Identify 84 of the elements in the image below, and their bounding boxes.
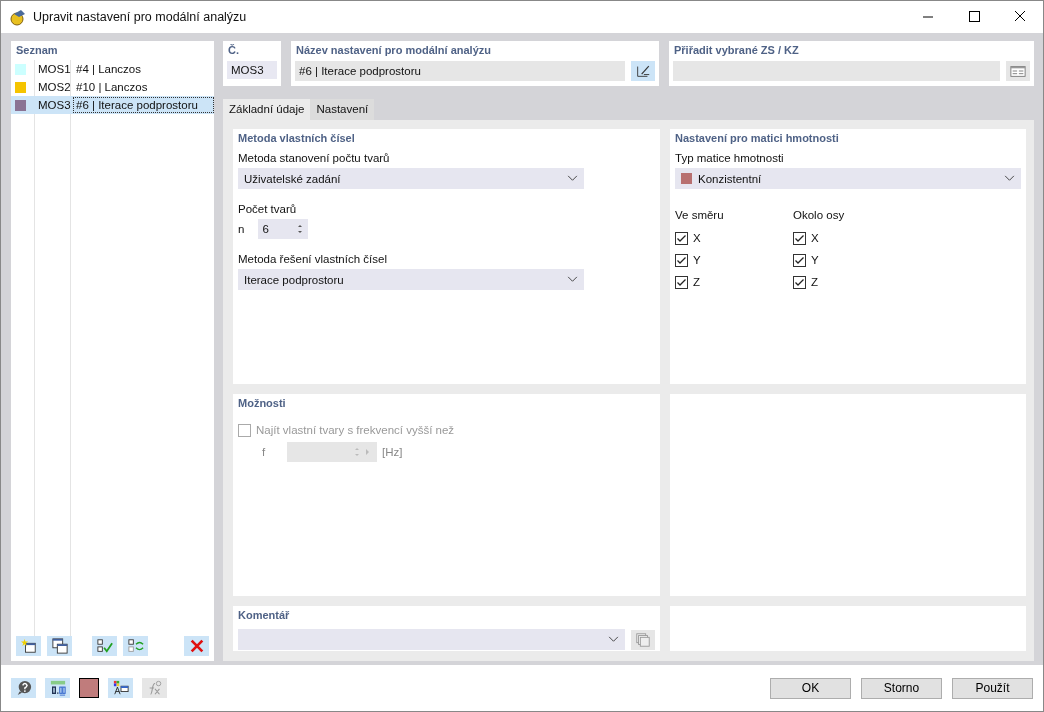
decimals-icon xyxy=(49,680,66,696)
item-id: MOS1 xyxy=(37,63,72,75)
list-title: Seznam xyxy=(15,44,59,56)
checkbox-label: Z xyxy=(693,276,701,288)
number-label: Č. xyxy=(227,44,240,56)
assign-field[interactable] xyxy=(673,61,1000,81)
window-title: Upravit nastavení pro modální analýzu xyxy=(33,10,247,24)
list-item[interactable]: MOS1 #4 | Lanczos xyxy=(11,60,214,78)
edit-button[interactable] xyxy=(631,61,655,81)
item-name: #4 | Lanczos xyxy=(75,62,142,77)
name-field[interactable]: #6 | Iterace podprostoru xyxy=(295,61,625,81)
help-icon xyxy=(15,680,32,696)
name-label: Název nastavení pro modální analýzu xyxy=(295,44,492,56)
stacked-pages-icon xyxy=(635,631,651,648)
checkbox-label: Najít vlastní tvary s frekvencí vyšší než xyxy=(256,424,455,436)
n-label: n xyxy=(238,223,245,235)
copy-icon xyxy=(51,638,68,654)
tab[interactable]: Nastavení xyxy=(310,99,375,120)
checkbox-label: Y xyxy=(811,254,819,266)
square-icon xyxy=(681,173,692,184)
checkbox[interactable] xyxy=(793,231,806,245)
panel-title: Metoda vlastních čísel xyxy=(238,132,355,144)
app-icon xyxy=(9,8,27,26)
edit-icon xyxy=(635,63,651,79)
assign-label: Přiřadit vybrané ZS / KZ xyxy=(673,44,800,56)
chevron-down-icon xyxy=(1004,175,1015,182)
direction-label: Ve směru xyxy=(675,209,724,221)
checkbox-label: X xyxy=(811,232,819,244)
color-icon[interactable] xyxy=(79,678,99,698)
new-item-button[interactable] xyxy=(16,636,41,656)
panel-title: Možnosti xyxy=(238,397,286,409)
checkbox-label: Z xyxy=(811,276,819,288)
chevron-down-icon xyxy=(567,276,578,283)
delete-icon xyxy=(188,638,205,654)
checkbox-label: Y xyxy=(693,254,701,266)
panel-title: Komentář xyxy=(238,609,290,621)
spin-arrows-icon[interactable] xyxy=(296,222,305,236)
new-window-icon xyxy=(20,638,37,654)
unit-label: [Hz] xyxy=(382,446,403,458)
list-item[interactable]: MOS3 #6 | Iterace podprostoru xyxy=(11,96,214,114)
check-all-button[interactable] xyxy=(92,636,117,656)
count-spinbox[interactable]: 6 xyxy=(258,219,309,239)
panel-title: Nastavení pro matici hmotnosti xyxy=(675,132,839,144)
item-id: MOS3 xyxy=(37,99,72,111)
tab[interactable]: Základní údaje xyxy=(223,99,311,120)
select-button[interactable] xyxy=(1006,61,1030,81)
number-field[interactable]: MOS3 xyxy=(227,61,277,79)
display-settings-button[interactable] xyxy=(108,678,133,698)
item-name: #10 | Lanczos xyxy=(75,80,149,95)
checkbox[interactable] xyxy=(675,253,688,267)
decimals-button[interactable] xyxy=(45,678,70,698)
checkbox[interactable] xyxy=(238,423,251,437)
mass-type-dropdown[interactable]: Konzistentní xyxy=(675,168,1021,189)
check-all-icon xyxy=(96,638,113,654)
invert-check-button[interactable] xyxy=(123,636,148,656)
solver-dropdown[interactable]: Iterace podprostoru xyxy=(238,269,584,290)
count-label: Počet tvarů xyxy=(238,203,297,215)
dialog-button[interactable]: Storno xyxy=(861,677,942,699)
invert-check-icon xyxy=(127,638,144,654)
checkbox-label: X xyxy=(693,232,701,244)
comment-field[interactable] xyxy=(238,629,625,650)
chevron-down-icon xyxy=(567,175,578,182)
dialog-button[interactable]: OK xyxy=(770,677,851,699)
list-window-icon xyxy=(1010,63,1026,79)
solver-label: Metoda řešení vlastních čísel xyxy=(238,253,387,265)
checkbox[interactable] xyxy=(675,275,688,289)
method-label: Metoda stanovení počtu tvarů xyxy=(238,152,390,164)
comment-library-button[interactable] xyxy=(631,629,655,650)
display-settings-icon xyxy=(112,680,129,696)
help-button[interactable] xyxy=(11,678,36,698)
copy-button[interactable] xyxy=(47,636,72,656)
item-id: MOS2 xyxy=(37,81,72,93)
dialog-button[interactable]: Použít xyxy=(952,677,1033,699)
rotation-label: Okolo osy xyxy=(793,209,845,221)
delete-button[interactable] xyxy=(184,636,209,656)
method-dropdown[interactable]: Uživatelské zadání xyxy=(238,168,584,189)
f-label: f xyxy=(262,446,267,458)
checkbox[interactable] xyxy=(675,231,688,245)
item-name: #6 | Iterace podprostoru xyxy=(73,97,214,113)
list-item[interactable]: MOS2 #10 | Lanczos xyxy=(11,78,214,96)
checkbox[interactable] xyxy=(793,275,806,289)
chevron-down-icon xyxy=(608,636,619,643)
mass-type-label: Typ matice hmotnosti xyxy=(675,152,784,164)
checkbox[interactable] xyxy=(793,253,806,267)
